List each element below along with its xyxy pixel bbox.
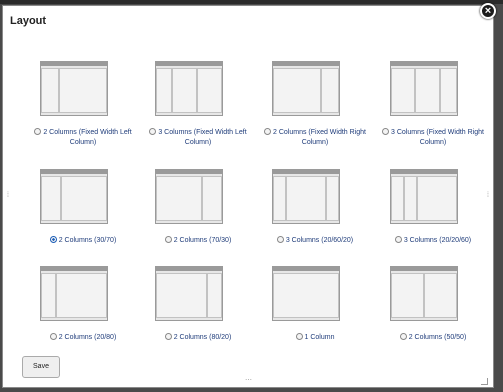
layout-radio[interactable] <box>295 333 303 340</box>
layout-option-text: 3 Columns (20/20/60) <box>403 237 472 244</box>
thumbnail-column <box>171 68 197 113</box>
layout-thumbnail[interactable] <box>155 61 223 116</box>
layout-radio[interactable] <box>149 128 157 135</box>
layout-option-label[interactable]: 2 Columns (50/50) <box>373 333 493 343</box>
layout-thumbnail[interactable] <box>272 61 340 116</box>
thumbnail-column <box>424 273 457 318</box>
layout-thumbnail[interactable] <box>390 266 458 321</box>
thumbnail-column <box>391 273 424 318</box>
layout-thumbnail[interactable] <box>390 169 458 224</box>
thumbnail-column <box>391 176 405 221</box>
thumbnail-column <box>55 273 107 318</box>
layout-option-text: 3 Columns (20/60/20) <box>285 237 354 244</box>
layout-radio[interactable] <box>49 333 57 340</box>
thumbnail-column <box>273 273 339 318</box>
layout-option-text: 3 Columns (Fixed Width Left Column) <box>158 129 247 146</box>
layout-thumbnail[interactable] <box>390 61 458 116</box>
layout-radio[interactable] <box>34 128 42 135</box>
layout-option-label[interactable]: 2 Columns (20/80) <box>23 333 143 343</box>
layout-radio[interactable] <box>382 128 389 135</box>
thumbnail-header <box>41 170 107 174</box>
thumbnail-header <box>156 267 222 271</box>
thumbnail-column <box>439 68 457 113</box>
layout-thumbnail[interactable] <box>155 169 223 224</box>
layout-option-label[interactable]: 2 Columns (70/30) <box>138 236 258 246</box>
thumbnail-column <box>414 68 440 113</box>
layout-option-label[interactable]: 3 Columns (Fixed Width Right Column) <box>373 128 493 148</box>
resize-handle-left-icon[interactable]: ⁞ <box>7 192 9 199</box>
thumbnail-column <box>41 273 56 318</box>
layout-option-text: 2 Columns (20/80) <box>58 334 117 341</box>
thumbnail-header <box>41 62 107 66</box>
layout-radio[interactable] <box>164 333 172 340</box>
thumbnail-column <box>286 176 326 221</box>
top-strip <box>0 0 503 4</box>
thumbnail-header <box>273 170 339 174</box>
layout-thumbnail[interactable] <box>40 61 108 116</box>
thumbnail-column <box>404 176 418 221</box>
layout-thumbnail[interactable] <box>272 169 340 224</box>
layout-option-label[interactable]: 3 Columns (20/60/20) <box>255 236 375 246</box>
thumbnail-header <box>156 62 222 66</box>
save-button[interactable]: Save <box>22 356 60 378</box>
layout-thumbnail[interactable] <box>272 266 340 321</box>
layout-dialog: Layout × ⁞ ⁞ ⋯ 2 Columns (Fixed Width Le… <box>2 3 496 388</box>
thumbnail-column <box>320 68 339 113</box>
layout-option-text: 2 Columns (70/30) <box>173 237 232 244</box>
layout-thumbnail[interactable] <box>40 169 108 224</box>
thumbnail-column <box>273 68 321 113</box>
thumbnail-column <box>156 68 172 113</box>
layout-option-label[interactable]: 3 Columns (Fixed Width Left Column) <box>138 128 258 148</box>
layout-radio[interactable] <box>394 236 402 243</box>
thumbnail-column <box>59 68 107 113</box>
resize-handle-right-icon[interactable]: ⁞ <box>487 192 489 199</box>
layout-radio[interactable] <box>264 128 271 135</box>
thumbnail-column <box>156 176 203 221</box>
layout-option-label[interactable]: 2 Columns (Fixed Width Right Column) <box>255 128 375 148</box>
layout-option-text: 1 Column <box>304 334 335 341</box>
close-icon[interactable]: × <box>480 3 496 19</box>
resize-corner-icon[interactable] <box>481 378 488 385</box>
dialog-title: Layout <box>10 15 47 27</box>
thumbnail-column <box>273 176 287 221</box>
thumbnail-column <box>202 176 222 221</box>
layout-option-text: 2 Columns (50/50) <box>408 334 467 341</box>
layout-radio[interactable] <box>164 236 172 243</box>
layout-thumbnail[interactable] <box>155 266 223 321</box>
layout-option-label[interactable]: 1 Column <box>255 333 375 343</box>
layout-option-text: 2 Columns (Fixed Width Left Column) <box>43 129 132 146</box>
thumbnail-header <box>41 267 107 271</box>
layout-option-label[interactable]: 2 Columns (Fixed Width Left Column) <box>23 128 143 148</box>
layout-radio[interactable] <box>399 333 407 340</box>
layout-radio[interactable] <box>276 236 284 243</box>
thumbnail-header <box>156 170 222 174</box>
thumbnail-column <box>156 273 208 318</box>
layout-option-label[interactable]: 2 Columns (30/70) <box>23 236 143 246</box>
thumbnail-header <box>391 267 457 271</box>
layout-option-text: 2 Columns (30/70) <box>58 237 117 244</box>
resize-handle-bottom-icon[interactable]: ⋯ <box>245 377 252 384</box>
thumbnail-header <box>391 170 457 174</box>
thumbnail-column <box>60 176 107 221</box>
layout-radio[interactable] <box>49 236 57 243</box>
thumbnail-header <box>391 62 457 66</box>
thumbnail-column <box>196 68 222 113</box>
thumbnail-column <box>41 68 60 113</box>
layout-option-text: 3 Columns (Fixed Width Right Column) <box>391 129 484 146</box>
thumbnail-column <box>325 176 339 221</box>
thumbnail-header <box>273 62 339 66</box>
layout-option-label[interactable]: 2 Columns (80/20) <box>138 333 258 343</box>
thumbnail-column <box>41 176 61 221</box>
layout-thumbnail[interactable] <box>40 266 108 321</box>
thumbnail-column <box>417 176 457 221</box>
layout-option-text: 2 Columns (80/20) <box>173 334 232 341</box>
thumbnail-header <box>273 267 339 271</box>
thumbnail-column <box>207 273 222 318</box>
layout-option-text: 2 Columns (Fixed Width Right Column) <box>273 129 366 146</box>
layout-option-label[interactable]: 3 Columns (20/20/60) <box>373 236 493 246</box>
thumbnail-column <box>391 68 415 113</box>
